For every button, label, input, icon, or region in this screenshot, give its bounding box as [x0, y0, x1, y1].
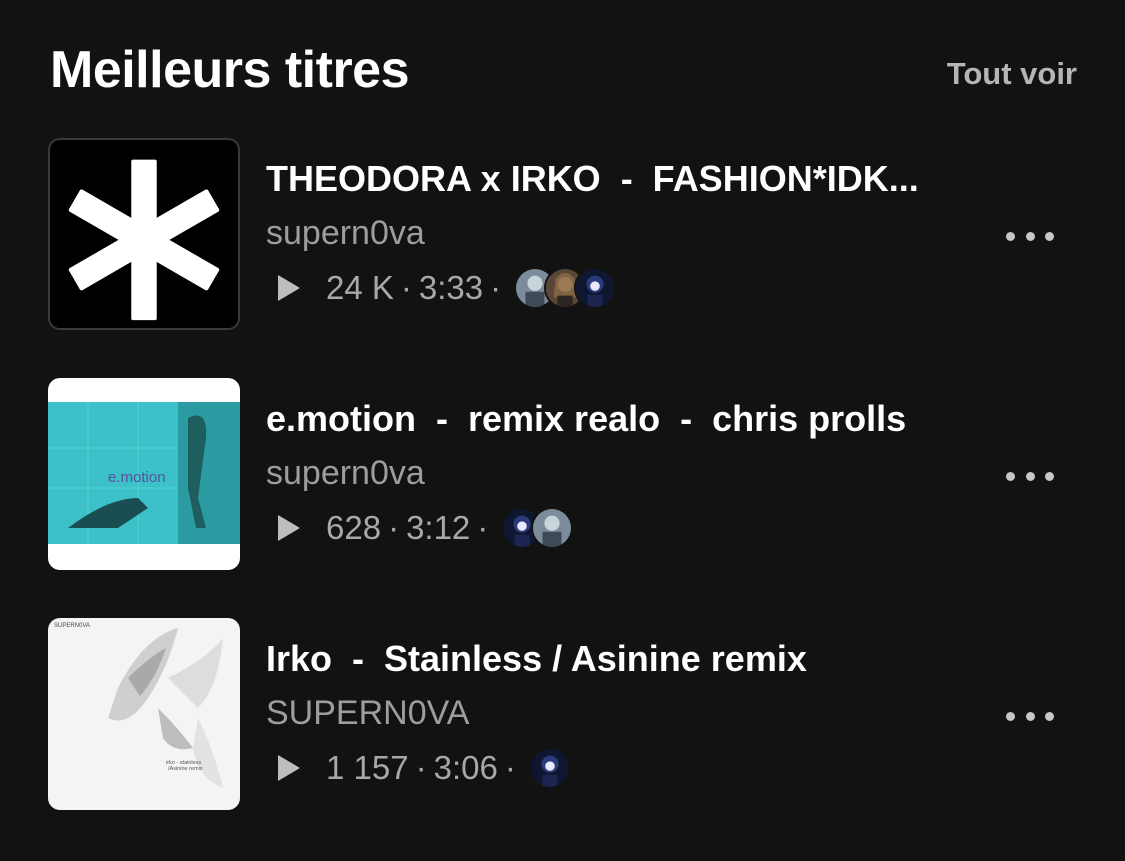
play-count: 628	[326, 509, 382, 546]
collaborator-avatars[interactable]	[528, 747, 571, 789]
more-options-button[interactable]	[1006, 456, 1054, 496]
stainless-cover-art: SUPERN0VA irko - stainless /Asinine remi…	[48, 618, 240, 810]
play-count: 24 K	[326, 269, 394, 306]
track-duration: 3:12	[406, 509, 471, 546]
track-meta: 1 157 · 3:06 ·	[276, 746, 571, 790]
see-all-link[interactable]: Tout voir	[947, 56, 1077, 92]
more-options-button[interactable]	[1006, 696, 1054, 736]
separator: ·	[388, 509, 400, 546]
track-title[interactable]: Irko - Stainless / Asinine remix	[266, 638, 986, 680]
track-row[interactable]: THEODORA x IRKO - FASHION*IDK... supern0…	[48, 138, 1080, 330]
separator: ·	[400, 269, 412, 306]
play-count: 1 157	[326, 749, 409, 786]
track-duration: 3:33	[418, 269, 484, 306]
section-header: Meilleurs titres Tout voir	[50, 36, 1077, 106]
track-cover[interactable]: e.motion	[48, 378, 240, 570]
track-row[interactable]: e.motion e.motion - remix realo - chris …	[48, 378, 1080, 570]
separator: ·	[490, 269, 502, 306]
separator: ·	[415, 749, 427, 786]
track-meta: 628 · 3:12 ·	[276, 506, 574, 550]
separator: ·	[504, 749, 516, 786]
dot-icon	[1006, 711, 1015, 721]
dot-icon	[1006, 471, 1015, 481]
section-title: Meilleurs titres	[50, 41, 410, 99]
track-row[interactable]: SUPERN0VA irko - stainless /Asinine remi…	[48, 618, 1080, 810]
track-title[interactable]: e.motion - remix realo - chris prolls	[266, 398, 986, 440]
dot-icon	[1006, 231, 1015, 241]
track-artist[interactable]: supern0va	[266, 214, 425, 253]
cover-text: e.motion	[108, 469, 166, 486]
separator: ·	[477, 509, 489, 546]
track-artist[interactable]: supern0va	[266, 454, 425, 493]
asterisk-cover-art	[50, 140, 238, 328]
play-icon	[278, 275, 300, 301]
play-icon	[278, 515, 300, 541]
cover-label: SUPERN0VA	[54, 623, 90, 629]
avatar-icon[interactable]	[528, 747, 571, 789]
emotion-cover-art: e.motion	[48, 378, 240, 570]
collaborator-avatars[interactable]	[501, 507, 574, 549]
track-meta: 24 K · 3:33 ·	[276, 266, 617, 310]
avatar-icon[interactable]	[574, 267, 617, 309]
play-icon	[278, 755, 300, 781]
track-artist[interactable]: SUPERN0VA	[266, 694, 469, 733]
track-duration: 3:06	[433, 749, 498, 786]
cover-caption: /Asinine remix	[168, 766, 203, 772]
dot-icon	[1045, 711, 1054, 721]
track-title[interactable]: THEODORA x IRKO - FASHION*IDK...	[266, 158, 986, 200]
dot-icon	[1025, 231, 1035, 241]
avatar-icon[interactable]	[531, 507, 574, 549]
dot-icon	[1025, 711, 1035, 721]
dot-icon	[1045, 471, 1054, 481]
track-cover[interactable]: SUPERN0VA irko - stainless /Asinine remi…	[48, 618, 240, 810]
dot-icon	[1045, 231, 1054, 241]
collaborator-avatars[interactable]	[514, 267, 617, 309]
track-cover[interactable]	[48, 138, 240, 330]
more-options-button[interactable]	[1006, 216, 1054, 256]
dot-icon	[1025, 471, 1035, 481]
